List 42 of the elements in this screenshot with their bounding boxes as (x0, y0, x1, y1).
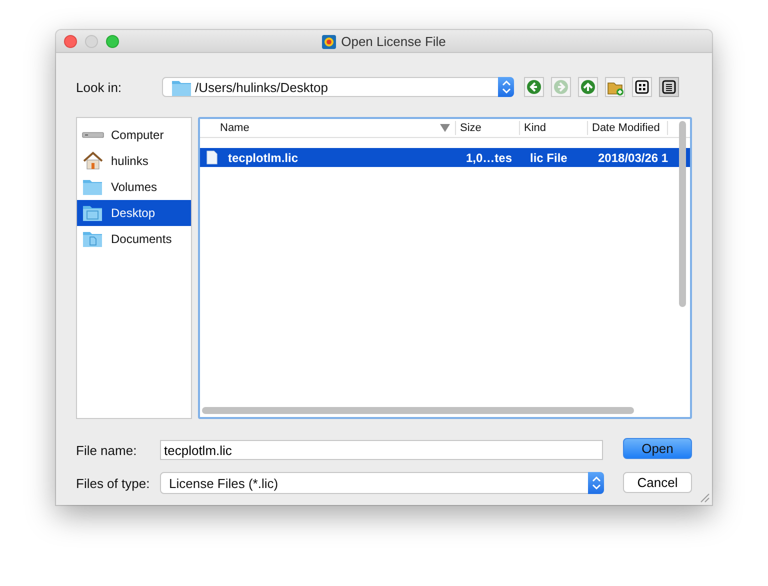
sidebar-item[interactable]: Documents (77, 226, 191, 252)
sort-arrow-icon (440, 124, 450, 132)
app-icon (322, 34, 336, 48)
field-label: Look in: (76, 80, 123, 94)
column-header[interactable]: Date Modified (588, 121, 668, 135)
open-button[interactable]: Open (623, 438, 692, 459)
cancel-button[interactable]: Cancel (623, 472, 692, 493)
sidebar-item[interactable]: Computer (77, 122, 191, 148)
table-cell-text: 1,0…tes (465, 150, 514, 164)
document-icon (206, 150, 218, 165)
stepper-icon (588, 472, 604, 494)
up-arrow-icon[interactable] (578, 77, 598, 97)
zoom-button[interactable] (106, 34, 119, 48)
back-arrow-icon[interactable] (524, 77, 544, 97)
file-row[interactable]: tecplotlm.lic 1,0…tes lic File 2018/03/26 1 (200, 148, 690, 167)
resize-grip-icon (700, 493, 710, 503)
folder-icon (82, 177, 104, 197)
field-label: File name: (76, 442, 138, 458)
table-cell-text: tecplotlm.lic (228, 150, 300, 164)
file-name-field[interactable]: tecplotlm.lic (160, 440, 603, 460)
sidebar-item[interactable]: Desktop (77, 200, 191, 226)
field-label: Files of type: (76, 476, 151, 490)
path-dropdown[interactable]: /Users/hulinks/Desktop (162, 77, 514, 97)
column-header[interactable]: Kind (520, 121, 588, 135)
new-folder-icon[interactable] (605, 77, 625, 97)
desktop-folder-icon (82, 203, 104, 223)
computer-icon (82, 132, 104, 138)
sidebar-item[interactable]: hulinks (77, 148, 191, 174)
close-button[interactable] (64, 34, 77, 48)
list-view-icon[interactable] (659, 77, 679, 97)
sidebar-item[interactable]: Volumes (77, 174, 191, 200)
window-title: Open License File (341, 34, 446, 49)
file-type-dropdown[interactable]: License Files (*.lic) (160, 472, 604, 494)
documents-folder-icon (82, 229, 104, 249)
table-cell-text: 2018/03/26 1 (597, 150, 668, 164)
grid-view-icon[interactable] (632, 77, 652, 97)
house-icon (82, 151, 104, 171)
table-cell-text: lic File (529, 150, 568, 164)
horizontal-scrollbar[interactable] (202, 407, 634, 414)
vertical-scrollbar[interactable] (679, 121, 686, 307)
stepper-icon (498, 77, 514, 97)
column-header[interactable]: Size (456, 121, 520, 135)
